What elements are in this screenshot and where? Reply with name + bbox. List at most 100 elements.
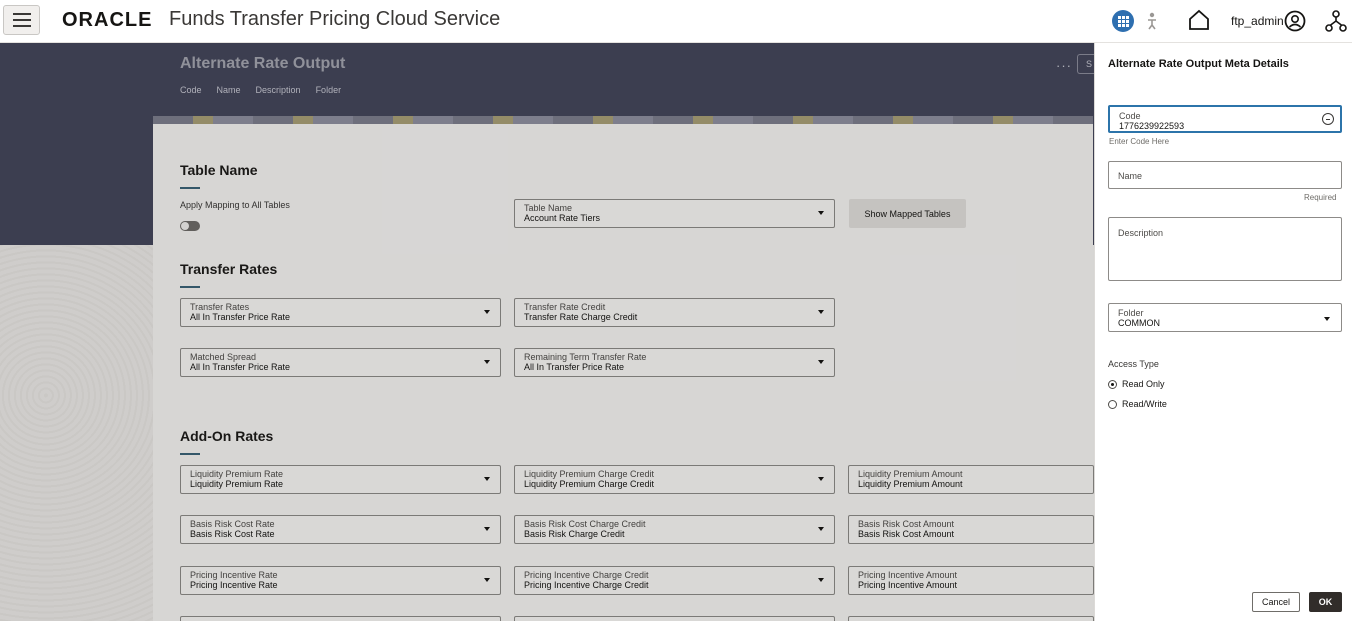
folder-select-value: COMMON xyxy=(1118,318,1160,328)
dropdown-value: All In Transfer Price Rate xyxy=(190,312,291,322)
dropdown-label: Pricing Incentive Amount xyxy=(858,570,958,580)
matched-spread-dropdown[interactable]: Matched Spread All In Transfer Price Rat… xyxy=(180,348,501,377)
dropdown-value: Liquidity Premium Charge Credit xyxy=(524,479,655,489)
accessibility-icon[interactable] xyxy=(1145,12,1159,30)
cancel-button[interactable]: Cancel xyxy=(1252,592,1300,612)
show-mapped-tables-button[interactable]: Show Mapped Tables xyxy=(849,199,966,228)
username-label[interactable]: ftp_admin xyxy=(1231,14,1284,28)
basis-risk-cost-charge-credit-dropdown[interactable]: Basis Risk Cost Charge Credit Basis Risk… xyxy=(514,515,835,544)
subnav-folder[interactable]: Folder xyxy=(316,85,342,95)
radio-label: Read Only xyxy=(1122,379,1165,389)
dropdown-partial[interactable] xyxy=(514,616,835,621)
dropdown-value: All In Transfer Price Rate xyxy=(190,362,291,372)
meta-details-drawer: Alternate Rate Output Meta Details Code … xyxy=(1094,43,1352,621)
app-title: Funds Transfer Pricing Cloud Service xyxy=(169,8,501,30)
section-title-add-on-rates: Add-On Rates xyxy=(180,428,274,444)
basis-risk-cost-amount-dropdown[interactable]: Basis Risk Cost Amount Basis Risk Cost A… xyxy=(848,515,1094,544)
code-field[interactable]: Code 1776239922593 xyxy=(1108,105,1342,133)
name-field[interactable]: Name xyxy=(1108,161,1342,189)
dropdown-label: Table Name xyxy=(524,203,573,213)
subnav-code[interactable]: Code xyxy=(180,85,202,95)
liquidity-premium-amount-dropdown[interactable]: Liquidity Premium Amount Liquidity Premi… xyxy=(848,465,1094,494)
pricing-incentive-amount-dropdown[interactable]: Pricing Incentive Amount Pricing Incenti… xyxy=(848,566,1094,595)
chevron-down-icon xyxy=(484,360,490,364)
liquidity-premium-charge-credit-dropdown[interactable]: Liquidity Premium Charge Credit Liquidit… xyxy=(514,465,835,494)
dropdown-partial[interactable] xyxy=(180,616,501,621)
description-field[interactable]: Description xyxy=(1108,217,1342,281)
apps-grid-icon[interactable] xyxy=(1112,10,1134,32)
chevron-down-icon xyxy=(484,310,490,314)
ok-button[interactable]: OK xyxy=(1309,592,1342,612)
top-header: ORACLE Funds Transfer Pricing Cloud Serv… xyxy=(0,0,1352,43)
save-button[interactable]: S xyxy=(1077,54,1095,74)
user-avatar-icon[interactable] xyxy=(1284,10,1306,32)
dropdown-value: Liquidity Premium Rate xyxy=(190,479,284,489)
dropdown-label: Transfer Rate Credit xyxy=(524,302,606,312)
radio-selected-icon[interactable] xyxy=(1108,379,1117,389)
drawer-title: Alternate Rate Output Meta Details xyxy=(1108,58,1289,70)
dropdown-label: Matched Spread xyxy=(190,352,257,362)
section-title-table-name: Table Name xyxy=(180,162,258,178)
name-field-label: Name xyxy=(1118,171,1143,181)
remaining-term-transfer-rate-dropdown[interactable]: Remaining Term Transfer Rate All In Tran… xyxy=(514,348,835,377)
pricing-incentive-charge-credit-dropdown[interactable]: Pricing Incentive Charge Credit Pricing … xyxy=(514,566,835,595)
chevron-down-icon xyxy=(818,578,824,582)
chevron-down-icon xyxy=(1324,317,1330,321)
dropdown-value: Transfer Rate Charge Credit xyxy=(524,312,638,322)
banner-pattern xyxy=(153,116,1093,124)
chevron-down-icon xyxy=(818,211,824,215)
code-helper-text: Enter Code Here xyxy=(1109,137,1170,146)
dropdown-value: Basis Risk Charge Credit xyxy=(524,529,625,539)
chevron-down-icon xyxy=(818,477,824,481)
dropdown-label: Remaining Term Transfer Rate xyxy=(524,352,647,362)
dropdown-partial[interactable] xyxy=(848,616,1094,621)
code-field-label: Code xyxy=(1119,111,1141,121)
dropdown-label: Basis Risk Cost Rate xyxy=(190,519,275,529)
section-underline xyxy=(180,453,200,455)
hierarchy-icon[interactable] xyxy=(1324,9,1348,33)
dropdown-value: Pricing Incentive Amount xyxy=(858,580,958,590)
chevron-down-icon xyxy=(818,360,824,364)
dropdown-value: Account Rate Tiers xyxy=(524,213,601,223)
name-required-text: Required xyxy=(1304,193,1337,202)
home-icon[interactable] xyxy=(1187,8,1211,32)
description-field-label: Description xyxy=(1118,228,1164,238)
chevron-down-icon xyxy=(818,527,824,531)
hamburger-menu-icon[interactable] xyxy=(3,5,40,35)
dropdown-label: Pricing Incentive Rate xyxy=(190,570,278,580)
transfer-rates-dropdown[interactable]: Transfer Rates All In Transfer Price Rat… xyxy=(180,298,501,327)
chevron-down-icon xyxy=(484,527,490,531)
code-field-value[interactable]: 1776239922593 xyxy=(1119,121,1331,131)
radio-unselected-icon[interactable] xyxy=(1108,399,1117,409)
clear-icon[interactable] xyxy=(1322,113,1334,125)
subnav-name[interactable]: Name xyxy=(217,85,241,95)
folder-select[interactable]: Folder COMMON xyxy=(1108,303,1342,332)
radio-read-only[interactable]: Read Only xyxy=(1108,379,1165,389)
dropdown-label: Basis Risk Cost Charge Credit xyxy=(524,519,646,529)
transfer-rate-credit-dropdown[interactable]: Transfer Rate Credit Transfer Rate Charg… xyxy=(514,298,835,327)
dropdown-label: Liquidity Premium Charge Credit xyxy=(524,469,655,479)
dropdown-value: All In Transfer Price Rate xyxy=(524,362,625,372)
access-type-label: Access Type xyxy=(1108,359,1159,369)
radio-read-write[interactable]: Read/Write xyxy=(1108,399,1167,409)
more-actions-icon[interactable]: ··· xyxy=(1056,58,1072,73)
liquidity-premium-rate-dropdown[interactable]: Liquidity Premium Rate Liquidity Premium… xyxy=(180,465,501,494)
section-title-transfer-rates: Transfer Rates xyxy=(180,261,278,277)
section-underline xyxy=(180,286,200,288)
oracle-logo: ORACLE xyxy=(62,9,153,31)
background-texture xyxy=(0,245,153,621)
apply-mapping-toggle[interactable] xyxy=(180,221,200,231)
section-underline xyxy=(180,187,200,189)
chevron-down-icon xyxy=(484,578,490,582)
radio-label: Read/Write xyxy=(1122,399,1167,409)
chevron-down-icon xyxy=(818,310,824,314)
dropdown-value: Pricing Incentive Charge Credit xyxy=(524,580,649,590)
basis-risk-cost-rate-dropdown[interactable]: Basis Risk Cost Rate Basis Risk Cost Rat… xyxy=(180,515,501,544)
dropdown-label: Pricing Incentive Charge Credit xyxy=(524,570,649,580)
subnav-description[interactable]: Description xyxy=(256,85,301,95)
folder-select-label: Folder xyxy=(1118,308,1144,318)
apply-mapping-label: Apply Mapping to All Tables xyxy=(180,200,290,210)
table-name-dropdown[interactable]: Table Name Account Rate Tiers xyxy=(514,199,835,228)
dropdown-label: Liquidity Premium Rate xyxy=(190,469,284,479)
pricing-incentive-rate-dropdown[interactable]: Pricing Incentive Rate Pricing Incentive… xyxy=(180,566,501,595)
